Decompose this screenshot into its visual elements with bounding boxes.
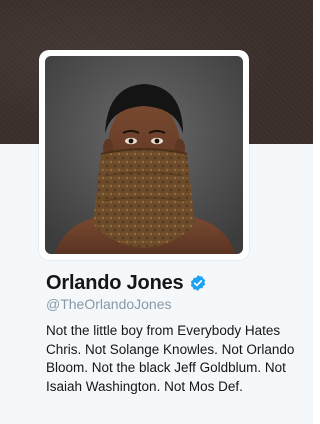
avatar-frame[interactable] — [39, 50, 249, 260]
name-row: Orlando Jones — [46, 270, 207, 296]
display-name[interactable]: Orlando Jones — [46, 272, 184, 295]
avatar[interactable] — [45, 56, 243, 254]
screen-name[interactable]: @TheOrlandoJones — [46, 296, 172, 312]
profile-page: Orlando Jones @TheOrlandoJones Not the l… — [0, 0, 313, 424]
profile-bio: Not the little boy from Everybody Hates … — [46, 323, 295, 394]
verified-badge-icon — [191, 275, 206, 291]
